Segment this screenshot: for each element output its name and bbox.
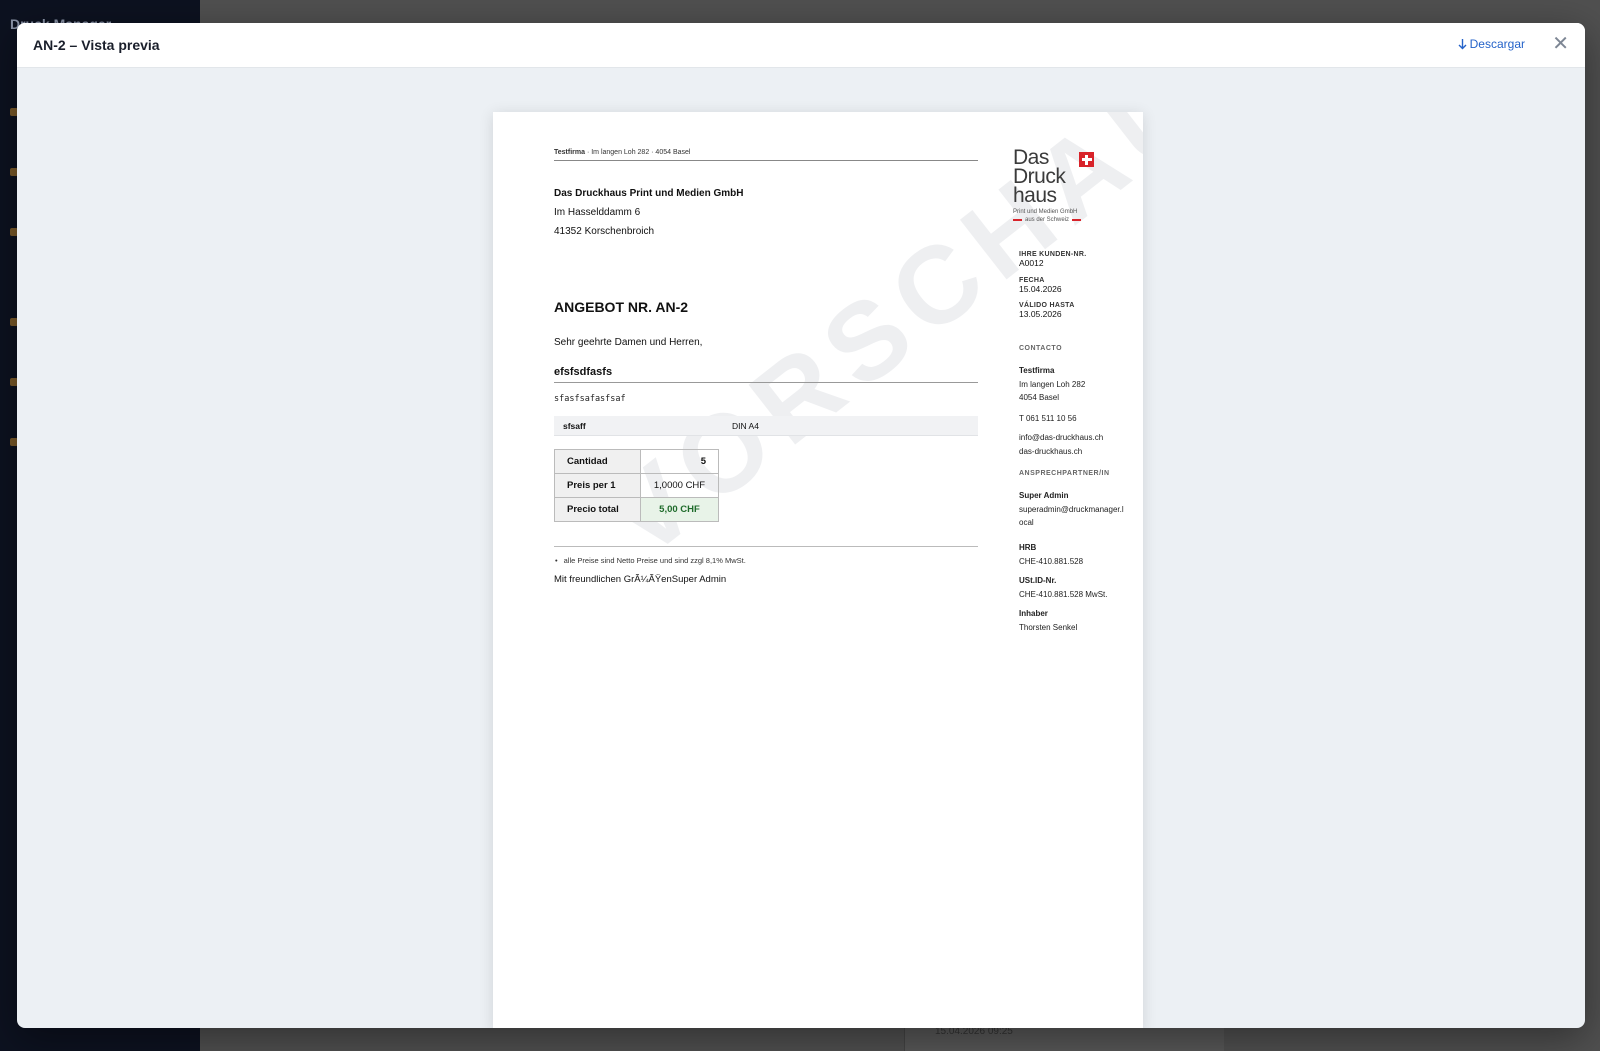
- contact-website: das-druckhaus.ch: [1019, 446, 1083, 456]
- valid-until: VÁLIDO HASTA 13.05.2026: [1019, 302, 1075, 319]
- recipient-address: Das Druckhaus Print und Medien GmbH Im H…: [554, 184, 743, 241]
- price-table: Cantidad 5 Preis per 1 1,0000 CHF Precio…: [554, 449, 719, 522]
- contact-phone: T 061 511 10 56: [1019, 414, 1077, 423]
- download-label: Descargar: [1469, 37, 1525, 51]
- sender-line: Testfirma · Im langen Loh 282 · 4054 Bas…: [554, 149, 978, 161]
- product-title: efsfsdfasfs: [554, 366, 978, 383]
- table-row: Cantidad 5: [554, 449, 719, 474]
- tax-note: alle Preise sind Netto Preise und sind z…: [554, 556, 746, 565]
- logo-bar: [1072, 219, 1082, 221]
- document-title: ANGEBOT NR. AN-2: [554, 299, 689, 315]
- close-icon[interactable]: ✕: [1552, 33, 1569, 55]
- partner-email-continued: ocal: [1019, 518, 1034, 527]
- logo-line: haus: [1013, 184, 1057, 207]
- contact-heading: CONTACTO: [1019, 345, 1063, 352]
- logo-tagline: aus der Schweiz: [1013, 217, 1101, 223]
- product-description: sfasfsafasfsaf: [554, 394, 626, 404]
- arrow-down-icon: [1458, 38, 1467, 49]
- hrb-label: HRB: [1019, 543, 1037, 552]
- salutation: Sehr geehrte Damen und Herren,: [554, 337, 703, 348]
- sender-company: Testfirma: [554, 149, 585, 156]
- partner-name: Super Admin: [1019, 491, 1069, 500]
- date-value: 15.04.2026: [1019, 284, 1062, 294]
- recipient-city: 41352 Korschenbroich: [554, 226, 655, 237]
- contact-email: info@das-druckhaus.ch: [1019, 433, 1104, 442]
- unit-price-value: 1,0000 CHF: [640, 473, 719, 498]
- modal-title: AN-2 – Vista previa: [33, 37, 160, 53]
- closing-line: Mit freundlichen GrÃ¼ÃŸenSuper Admin: [554, 574, 727, 585]
- owner-label: Inhaber: [1019, 609, 1048, 618]
- vat-value: CHE-410.881.528 MwSt.: [1019, 589, 1108, 599]
- contact-online: info@das-druckhaus.ch das-druckhaus.ch: [1019, 431, 1103, 458]
- total-price-label: Precio total: [554, 497, 641, 522]
- valid-until-label: VÁLIDO HASTA: [1019, 302, 1075, 309]
- contact-street: Im langen Loh 282: [1019, 379, 1086, 389]
- owner-block: Inhaber Thorsten Senkel: [1019, 607, 1077, 634]
- logo-tagline-text: aus der Schweiz: [1025, 217, 1070, 223]
- hrb-value: CHE-410.881.528: [1019, 556, 1084, 566]
- customer-number-label: IHRE KUNDEN-NR.: [1019, 251, 1087, 258]
- spec-value: DIN A4: [732, 421, 759, 431]
- vat-label: USt.ID-Nr.: [1019, 576, 1057, 585]
- logo-bar: [1013, 219, 1022, 221]
- customer-number-value: A0012: [1019, 258, 1044, 268]
- vat-block: USt.ID-Nr. CHE-410.881.528 MwSt.: [1019, 574, 1108, 601]
- download-button[interactable]: Descargar: [1458, 37, 1525, 51]
- quantity-value: 5: [640, 449, 719, 474]
- date-label: FECHA: [1019, 277, 1045, 284]
- customer-number: IHRE KUNDEN-NR. A0012: [1019, 251, 1087, 268]
- owner-value: Thorsten Senkel: [1019, 622, 1078, 632]
- divider: [554, 546, 978, 547]
- modal-header: AN-2 – Vista previa Descargar ✕: [17, 23, 1585, 68]
- table-row: Preis per 1 1,0000 CHF: [554, 473, 719, 498]
- company-logo: Das Druck haus Print und Medien GmbH aus…: [1013, 147, 1101, 223]
- partner-heading: ANSPRECHPARTNER/IN: [1019, 470, 1110, 477]
- total-price-value: 5,00 CHF: [640, 497, 719, 522]
- spec-row: sfsaff DIN A4: [554, 416, 978, 436]
- hrb-block: HRB CHE-410.881.528: [1019, 541, 1083, 568]
- preview-modal: AN-2 – Vista previa Descargar ✕ VORSCHAU…: [17, 23, 1585, 1028]
- recipient-street: Im Hasselddamm 6: [554, 207, 641, 218]
- contact-block: Testfirma Im langen Loh 282 4054 Basel: [1019, 364, 1085, 405]
- document-date: FECHA 15.04.2026: [1019, 277, 1062, 294]
- table-row: Precio total 5,00 CHF: [554, 497, 719, 522]
- partner-email: superadmin@druckmanager.l: [1019, 504, 1124, 514]
- spec-key: sfsaff: [563, 421, 586, 431]
- recipient-name: Das Druckhaus Print und Medien GmbH: [554, 188, 744, 199]
- sender-address: · Im langen Loh 282 · 4054 Basel: [585, 149, 691, 156]
- quantity-label: Cantidad: [554, 449, 641, 474]
- swiss-flag-icon: [1079, 152, 1094, 167]
- valid-until-value: 13.05.2026: [1019, 309, 1062, 319]
- document-page: VORSCHAU Testfirma · Im langen Loh 282 ·…: [493, 112, 1143, 1028]
- logo-subtitle: Print und Medien GmbH: [1013, 209, 1078, 215]
- contact-city: 4054 Basel: [1019, 393, 1060, 402]
- unit-price-label: Preis per 1: [554, 473, 641, 498]
- partner-block: Super Admin superadmin@druckmanager.l oc…: [1019, 489, 1124, 530]
- contact-company: Testfirma: [1019, 366, 1055, 375]
